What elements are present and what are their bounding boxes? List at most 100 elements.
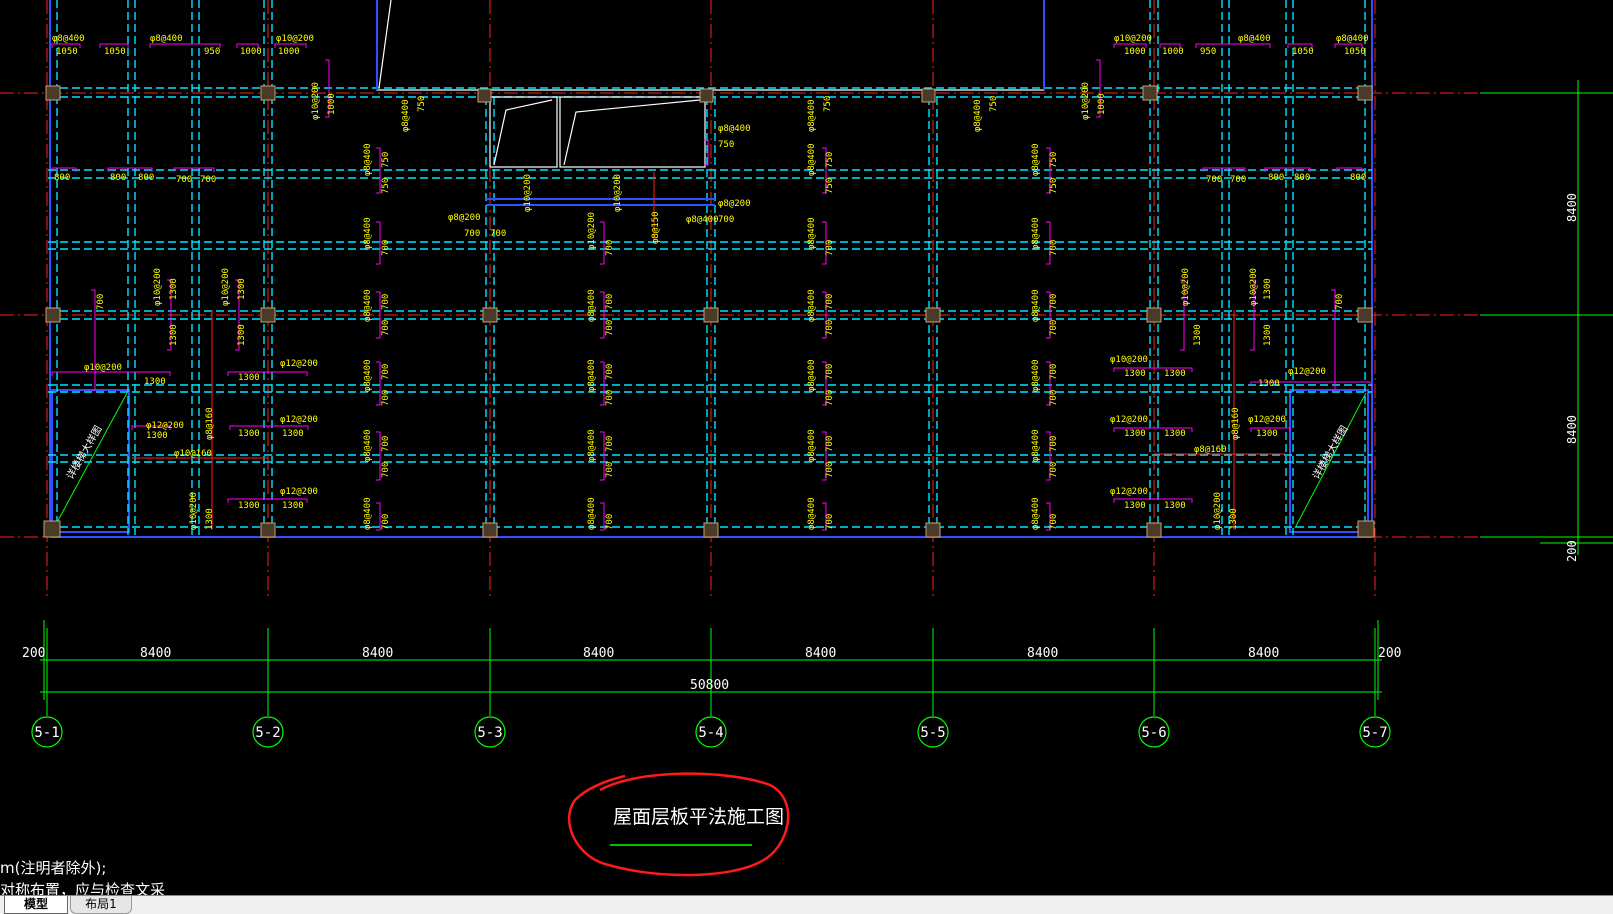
drawing-title: 屋面层板平法施工图	[613, 806, 784, 828]
rebar-label: 700	[825, 364, 835, 380]
rebar-label: 1300	[169, 278, 179, 300]
rebar-label: 800	[1294, 173, 1310, 183]
bottom-dimension	[40, 620, 1382, 716]
note-line: 对称布置，应与检查文采	[0, 881, 165, 895]
rebar-label: 750	[823, 96, 833, 112]
rebar-label: 700	[825, 294, 835, 310]
rebar-label: 750	[417, 96, 427, 112]
rebar-label: φ8@400	[1238, 34, 1271, 44]
rebar-label: φ8@400	[363, 289, 373, 322]
rebar-label: 1300	[1124, 369, 1146, 379]
right-dim-label: 8400	[1565, 415, 1579, 444]
rebar-label: φ12@200	[1248, 415, 1286, 425]
rebar-label: φ10@160	[174, 449, 212, 459]
rebar-label: 800	[1350, 173, 1366, 183]
rebar-label: φ8@400	[807, 217, 817, 250]
bottom-dim-text: 200 8400 8400 8400 8400 8400 8400 200 50…	[22, 646, 1401, 693]
right-dim-text: 8400 8400 200	[1565, 193, 1579, 562]
rebar-label: 700	[605, 320, 615, 336]
rebar-label: φ8@400	[973, 99, 983, 132]
beam-lines	[48, 0, 1372, 535]
rebar-label: 700	[381, 436, 391, 452]
rebar-label: φ8@160	[205, 407, 215, 440]
rebar-label: φ8@160	[1194, 445, 1227, 455]
bay-dim-label: 8400	[805, 646, 836, 661]
rebar-label: 1000	[327, 93, 337, 115]
rebar-label: 1300	[238, 501, 260, 511]
rebar-label: 1300	[282, 429, 304, 439]
rebar-label: 700	[96, 294, 106, 310]
rebar-label: 700	[1049, 514, 1059, 530]
rebar-label: φ8@400	[1031, 429, 1041, 462]
bay-dim-label: 8400	[1027, 646, 1058, 661]
rebar-label: φ8@400	[1031, 217, 1041, 250]
rebar-label: 700	[605, 462, 615, 478]
rebar-label: φ8@400	[686, 215, 719, 225]
rebar-label: φ10@200	[84, 363, 122, 373]
rebar-label: φ10@200	[1110, 355, 1148, 365]
rebar-label: φ8@400	[587, 359, 597, 392]
total-dim-label: 50800	[690, 678, 729, 693]
rebar-label: 1300	[237, 278, 247, 300]
rebar-label: 1300	[1164, 369, 1186, 379]
rebar-label: 750	[825, 152, 835, 168]
rebar-label: 700	[1049, 294, 1059, 310]
rebar-label: 1000	[240, 47, 262, 57]
rebar-label: φ10@200	[1249, 268, 1259, 306]
rebar-label: φ8@400	[807, 99, 817, 132]
rebar-label: φ12@200	[146, 421, 184, 431]
rebar-label: 700	[381, 294, 391, 310]
rebar-label: 950	[204, 47, 220, 57]
rebar-label: φ8@400	[807, 289, 817, 322]
rebar-label: 1300	[282, 501, 304, 511]
rebar-label: φ8@400	[807, 429, 817, 462]
rebar-label: 1300	[1164, 501, 1186, 511]
rebar-label: φ10@200	[311, 82, 321, 120]
rebar-label: 1300	[144, 377, 166, 387]
rebar-label: φ8@160	[1231, 407, 1241, 440]
rebar-label: φ10@200	[1213, 492, 1223, 530]
rebar-label: 800	[1268, 173, 1284, 183]
rebar-label: 700	[1049, 390, 1059, 406]
edge-dim-label: 200	[1378, 646, 1401, 661]
rebar-label: φ8@400	[1031, 359, 1041, 392]
rebar-label: 1300	[169, 324, 179, 346]
rebar-label: φ8@400	[1031, 289, 1041, 322]
rebar-label: 750	[1049, 178, 1059, 194]
rebar-label: φ10@200	[523, 174, 533, 212]
cad-drawing-canvas[interactable]: φ8@400 1050 1050 φ8@400 950 1000 φ10@200…	[0, 0, 1613, 899]
tab-layout1[interactable]: 布局1	[70, 896, 132, 914]
rebar-label: φ8@400	[718, 124, 751, 134]
rebar-label: φ10@200	[189, 492, 199, 530]
rebar-label: 750	[381, 178, 391, 194]
rebar-label: 1000	[1124, 47, 1146, 57]
rebar-label: 700	[1049, 462, 1059, 478]
rebar-label: 1300	[146, 431, 168, 441]
rebar-label: 700	[381, 514, 391, 530]
rebar-label: 700	[605, 514, 615, 530]
rebar-label: φ8@400	[807, 143, 817, 176]
rebar-label: φ8@400	[52, 34, 85, 44]
rebar-label: 750	[989, 96, 999, 112]
rebar-label: φ8@400	[587, 289, 597, 322]
rebar-label: φ12@200	[280, 487, 318, 497]
rebar-label: 700	[1049, 320, 1059, 336]
rebar-label: 700	[1335, 294, 1345, 310]
rebar-label: 1000	[1097, 93, 1107, 115]
rebar-label: φ8@400	[401, 99, 411, 132]
bay-dim-label: 8400	[1248, 646, 1279, 661]
rebar-label: 750	[381, 152, 391, 168]
rebar-label: 700	[825, 240, 835, 256]
rebar-label: 700	[381, 240, 391, 256]
rebar-label: 1000	[278, 47, 300, 57]
rebar-label: 700	[464, 229, 480, 239]
rebar-label: 800	[54, 173, 70, 183]
axis-label: 5-2	[255, 725, 280, 741]
rebar-label: 700	[1049, 240, 1059, 256]
rebar-label: 1050	[56, 47, 78, 57]
red-leaders	[132, 172, 1286, 530]
rebar-label: 1300	[1124, 429, 1146, 439]
rebar-label: 700	[605, 364, 615, 380]
tab-model[interactable]: 模型	[4, 896, 68, 914]
bay-dim-label: 8400	[362, 646, 393, 661]
